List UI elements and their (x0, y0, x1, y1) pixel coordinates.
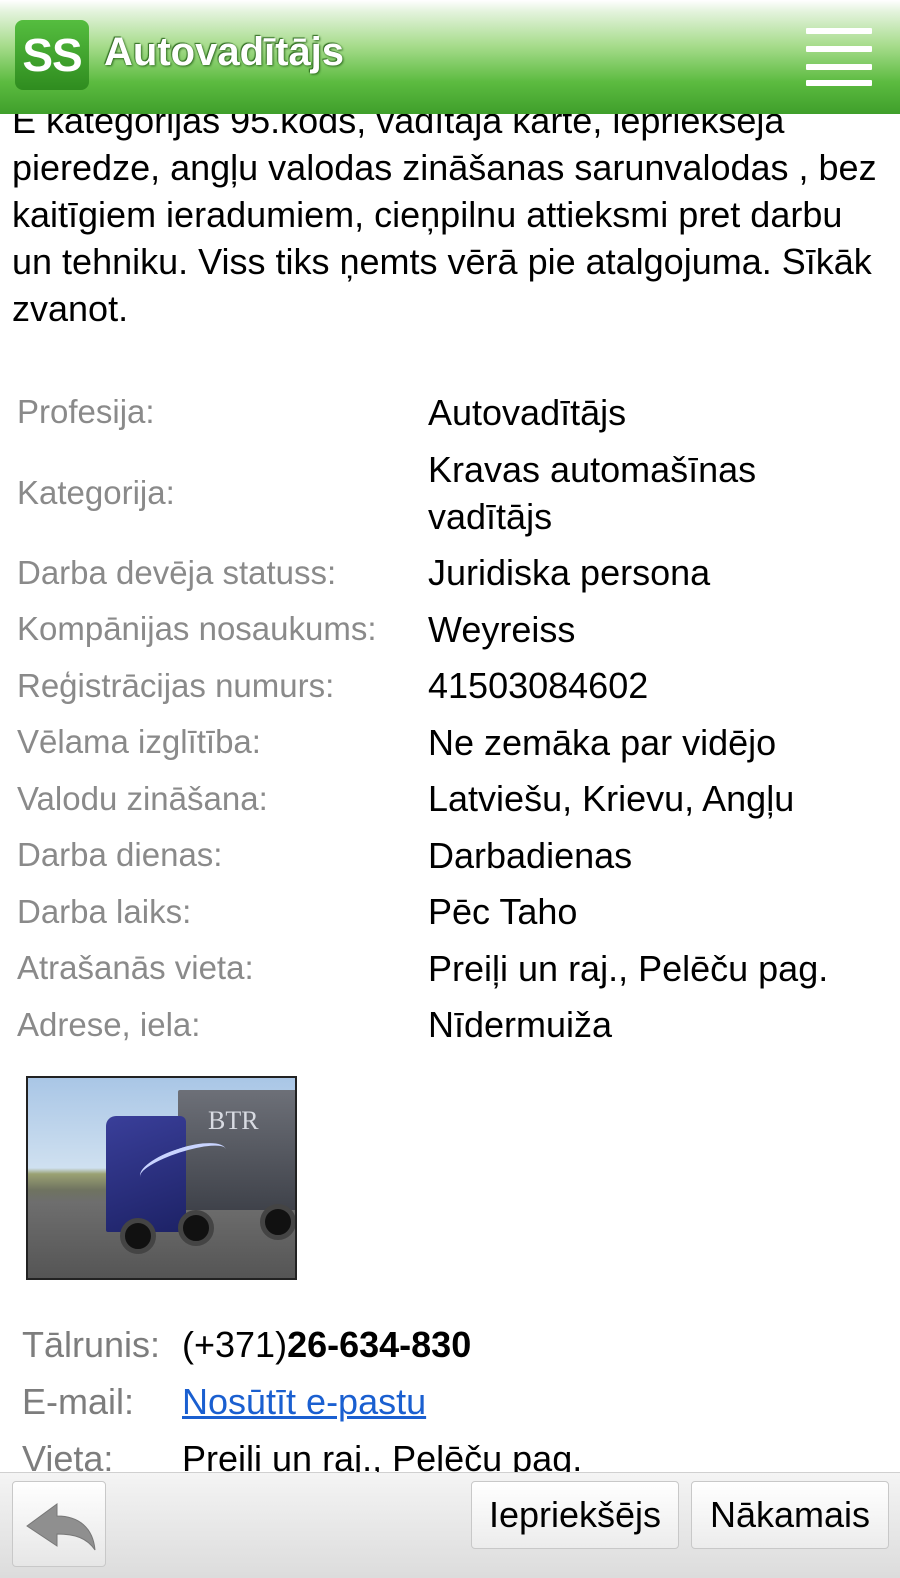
detail-label: Vēlama izglītība: (17, 723, 261, 761)
detail-value: Ne zemāka par vidējo (428, 721, 777, 763)
detail-value: Kravas automašīnas vadītājs (428, 448, 757, 537)
listing-description: E kategorijas 95.kods, vadītāja karte, i… (12, 100, 877, 329)
detail-label: Darba laiks: (17, 892, 192, 930)
detail-label: Reģistrācijas numurs: (17, 666, 335, 704)
detail-label: Darba devēja statuss: (17, 553, 337, 591)
page-title: Autovadītājs (104, 30, 345, 74)
detail-value: Pēc Taho (428, 891, 578, 933)
detail-value: Juridiska persona (428, 552, 711, 594)
menu-bar (806, 80, 872, 86)
detail-row-registration-number: Reģistrācijas numurs: 41503084602 (4, 658, 890, 715)
details-table: Profesija: Autovadītājs Kategorija: Krav… (4, 384, 890, 1053)
menu-bar (806, 46, 872, 52)
send-email-link[interactable]: Nosūtīt e-pastu (182, 1381, 426, 1423)
detail-row-address: Adrese, iela: Nīdermuiža (4, 997, 890, 1054)
phone-row: Tālrunis: (+371)26-634-830 (22, 1316, 582, 1373)
site-logo[interactable]: SS (15, 20, 89, 90)
detail-value: Darbadienas (428, 834, 633, 876)
truck-wheel (178, 1210, 214, 1246)
truck-wheel (260, 1204, 295, 1240)
phone-label: Tālrunis: (22, 1323, 161, 1365)
menu-bar (806, 28, 872, 34)
detail-label: Adrese, iela: (17, 1005, 201, 1043)
listing-content: E kategorijas 95.kods, vadītāja karte, i… (0, 0, 900, 1578)
phone-prefix: (+371) (182, 1323, 288, 1365)
hamburger-menu-icon[interactable] (806, 26, 872, 86)
detail-value: Autovadītājs (428, 391, 627, 433)
detail-value: Nīdermuiža (428, 1004, 613, 1046)
truck-wheel (120, 1218, 156, 1254)
detail-label: Valodu zināšana: (17, 779, 268, 817)
detail-row-profession: Profesija: Autovadītājs (4, 384, 890, 441)
detail-value: Weyreiss (428, 608, 576, 650)
detail-label: Darba dienas: (17, 836, 223, 874)
previous-button[interactable]: Iepriekšējs (471, 1481, 679, 1549)
detail-row-category: Kategorija: Kravas automašīnas vadītājs (4, 441, 890, 545)
next-button[interactable]: Nākamais (691, 1481, 889, 1549)
detail-label: Atrašanās vieta: (17, 949, 254, 987)
detail-value: Latviešu, Krievu, Angļu (428, 778, 795, 820)
back-button[interactable] (12, 1481, 106, 1567)
menu-bar (806, 64, 872, 70)
detail-label: Profesija: (17, 393, 155, 431)
detail-row-work-hours: Darba laiks: Pēc Taho (4, 884, 890, 941)
phone-number: 26-634-830 (287, 1323, 472, 1365)
trailer-logo-text: BTR (208, 1106, 259, 1135)
detail-label: Kategorija: (17, 473, 175, 511)
email-row: E-mail: Nosūtīt e-pastu (22, 1373, 582, 1430)
detail-row-education: Vēlama izglītība: Ne zemāka par vidējo (4, 714, 890, 771)
detail-row-employer-status: Darba devēja statuss: Juridiska persona (4, 545, 890, 602)
phone-value[interactable]: (+371)26-634-830 (182, 1324, 471, 1366)
listing-photo[interactable]: BTR (26, 1076, 297, 1280)
detail-row-languages: Valodu zināšana: Latviešu, Krievu, Angļu (4, 771, 890, 828)
detail-row-work-days: Darba dienas: Darbadienas (4, 827, 890, 884)
detail-value: 41503084602 (428, 665, 649, 707)
app-header: SS Autovadītājs (0, 0, 900, 114)
reply-arrow-icon (26, 1503, 96, 1551)
contacts-section: Tālrunis: (+371)26-634-830 E-mail: Nosūt… (22, 1316, 582, 1487)
detail-row-company-name: Kompānijas nosaukums: Weyreiss (4, 601, 890, 658)
detail-value: Preiļi un raj., Pelēču pag. (428, 947, 829, 989)
email-label: E-mail: (22, 1380, 135, 1422)
bottom-navigation: Iepriekšējs Nākamais (0, 1472, 900, 1578)
detail-label: Kompānijas nosaukums: (17, 610, 377, 648)
detail-row-location: Atrašanās vieta: Preiļi un raj., Pelēču … (4, 940, 890, 997)
